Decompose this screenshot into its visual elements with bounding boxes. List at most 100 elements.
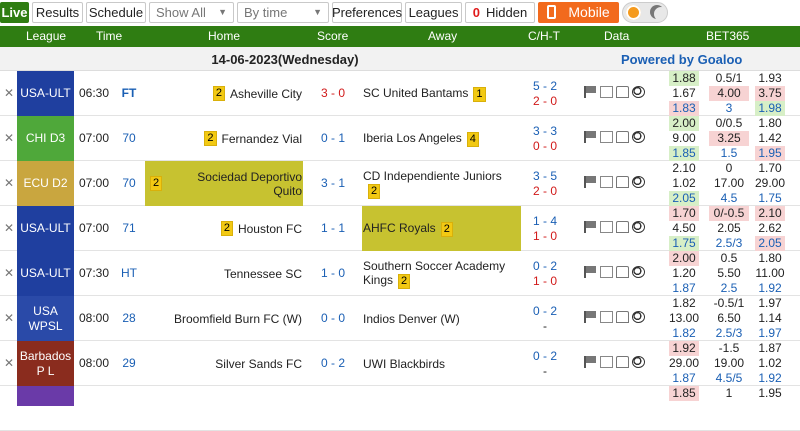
chart-icon[interactable] xyxy=(600,131,613,143)
shirt-icon[interactable] xyxy=(616,356,629,368)
odds-value[interactable]: 11.00 xyxy=(755,266,785,281)
away-team[interactable]: AHFC Royals 2 xyxy=(362,206,521,251)
flag-icon[interactable] xyxy=(584,221,597,233)
chart-icon[interactable] xyxy=(600,176,613,188)
odds-value[interactable]: 1.87 xyxy=(755,341,785,356)
hide-match-icon[interactable]: ✕ xyxy=(4,131,14,145)
odds-value[interactable]: 1.88 xyxy=(669,71,699,86)
chart-icon[interactable] xyxy=(600,311,613,323)
match-row-partial[interactable]: 1.85 1 1.95 xyxy=(0,386,800,431)
chart-icon[interactable] xyxy=(600,266,613,278)
odds-value[interactable]: 1.97 xyxy=(755,326,785,341)
flag-icon[interactable] xyxy=(584,356,597,368)
odds-value[interactable]: 2.05 xyxy=(709,221,749,236)
home-team[interactable]: Tennessee SC xyxy=(146,251,303,296)
away-team[interactable]: Indios Denver (W) xyxy=(362,296,521,341)
odds-value[interactable]: 29.00 xyxy=(669,356,699,371)
odds-value[interactable]: 3 xyxy=(709,101,749,116)
ball-icon[interactable] xyxy=(632,266,645,278)
match-row[interactable]: ✕ Barbados P L 08:00 29 Silver Sands FC 0 - 2… xyxy=(0,341,800,386)
ball-icon[interactable] xyxy=(632,356,645,368)
flag-icon[interactable] xyxy=(584,86,597,98)
ball-icon[interactable] xyxy=(632,131,645,143)
odds-value[interactable]: 1.95 xyxy=(755,146,785,161)
shirt-icon[interactable] xyxy=(616,86,629,98)
odds-value[interactable]: 29.00 xyxy=(755,176,785,191)
odds-value[interactable]: 1.87 xyxy=(669,371,699,386)
away-team[interactable]: UWI Blackbirds xyxy=(362,341,521,386)
odds-value[interactable]: 1.02 xyxy=(755,356,785,371)
schedule-tab[interactable]: Schedule xyxy=(86,1,146,23)
match-row[interactable]: ✕ CHI D3 07:00 70 2 Fernandez Vial 0 - 1 Iberia… xyxy=(0,116,800,161)
results-tab[interactable]: Results xyxy=(32,1,83,23)
odds-value[interactable]: 1.92 xyxy=(669,341,699,356)
odds-value[interactable]: 1.97 xyxy=(755,296,785,311)
league-badge[interactable]: ECU D2 xyxy=(17,161,74,206)
league-badge[interactable]: CHI D3 xyxy=(17,116,74,161)
home-team[interactable]: 2 Fernandez Vial xyxy=(146,116,303,161)
leagues-button[interactable]: Leagues xyxy=(405,1,462,23)
hide-match-icon[interactable]: ✕ xyxy=(4,311,14,325)
match-row[interactable]: ✕ USA-ULT 06:30 FT 2 Asheville City 3 - 0 SC Un… xyxy=(0,71,800,116)
mobile-button[interactable]: Mobile xyxy=(538,1,619,23)
flag-icon[interactable] xyxy=(584,176,597,188)
odds-value[interactable]: 1.85 xyxy=(669,146,699,161)
match-row[interactable]: ✕ USA WPSL 08:00 28 Broomfield Burn FC (W) 0 … xyxy=(0,296,800,341)
odds-value[interactable]: 4.5/5 xyxy=(709,371,749,386)
match-row[interactable]: ✕ USA-ULT 07:30 HT Tennessee SC 1 - 0 Southern… xyxy=(0,251,800,296)
odds-value[interactable]: 2.5/3 xyxy=(709,326,749,341)
hide-match-icon[interactable]: ✕ xyxy=(4,86,14,100)
chart-icon[interactable] xyxy=(600,86,613,98)
odds-value[interactable]: 0/0.5 xyxy=(709,116,749,131)
score[interactable]: 3 - 0 xyxy=(305,86,361,100)
ball-icon[interactable] xyxy=(632,311,645,323)
score[interactable]: 3 - 1 xyxy=(305,176,361,190)
league-badge[interactable]: USA WPSL xyxy=(17,296,74,341)
league-badge[interactable]: USA-ULT xyxy=(17,71,74,116)
chart-icon[interactable] xyxy=(600,356,613,368)
odds-value[interactable]: 1.70 xyxy=(669,206,699,221)
match-row[interactable]: ✕ ECU D2 07:00 70 2 Sociedad Deportivo Quito 3… xyxy=(0,161,800,206)
hide-match-icon[interactable]: ✕ xyxy=(4,221,14,235)
odds-value[interactable]: 17.00 xyxy=(709,176,749,191)
away-team[interactable]: SC United Bantams 1 xyxy=(362,71,521,116)
odds-value[interactable]: 0 xyxy=(709,161,749,176)
odds-value[interactable]: 1.75 xyxy=(669,236,699,251)
odds-value[interactable]: 2.10 xyxy=(669,161,699,176)
odds-value[interactable]: 1.85 xyxy=(669,386,699,401)
odds-value[interactable]: 4.5 xyxy=(709,191,749,206)
odds-value[interactable]: 2.05 xyxy=(755,236,785,251)
odds-value[interactable]: 0.5 xyxy=(709,251,749,266)
hide-match-icon[interactable]: ✕ xyxy=(4,266,14,280)
odds-value[interactable]: 19.00 xyxy=(709,356,749,371)
powered-by-link[interactable]: Powered by Goaloo xyxy=(621,52,742,67)
odds-value[interactable]: 1.98 xyxy=(755,101,785,116)
odds-value[interactable]: 2.00 xyxy=(669,251,699,266)
odds-value[interactable]: -1.5 xyxy=(709,341,749,356)
home-team[interactable]: Silver Sands FC xyxy=(146,341,303,386)
odds-value[interactable]: 2.5 xyxy=(709,281,749,296)
odds-value[interactable]: 2.05 xyxy=(669,191,699,206)
odds-value[interactable]: -0.5/1 xyxy=(709,296,749,311)
hidden-button[interactable]: 0 Hidden xyxy=(465,1,535,23)
ball-icon[interactable] xyxy=(632,86,645,98)
odds-value[interactable]: 1.70 xyxy=(755,161,785,176)
theme-toggle[interactable] xyxy=(622,1,668,23)
ball-icon[interactable] xyxy=(632,176,645,188)
home-team[interactable]: 2 Asheville City xyxy=(146,71,303,116)
odds-value[interactable]: 2.00 xyxy=(669,116,699,131)
flag-icon[interactable] xyxy=(584,311,597,323)
odds-value[interactable]: 2.10 xyxy=(755,206,785,221)
shirt-icon[interactable] xyxy=(616,131,629,143)
odds-value[interactable]: 1.20 xyxy=(669,266,699,281)
ball-icon[interactable] xyxy=(632,221,645,233)
shirt-icon[interactable] xyxy=(616,221,629,233)
home-team[interactable]: Broomfield Burn FC (W) xyxy=(146,296,303,341)
odds-value[interactable]: 1.75 xyxy=(755,191,785,206)
hide-match-icon[interactable]: ✕ xyxy=(4,356,14,370)
odds-value[interactable]: 1.92 xyxy=(755,371,785,386)
odds-value[interactable]: 1.82 xyxy=(669,296,699,311)
score[interactable]: 1 - 1 xyxy=(305,221,361,235)
odds-value[interactable]: 1.93 xyxy=(755,71,785,86)
away-team[interactable]: CD Independiente Juniors2 xyxy=(362,161,521,206)
